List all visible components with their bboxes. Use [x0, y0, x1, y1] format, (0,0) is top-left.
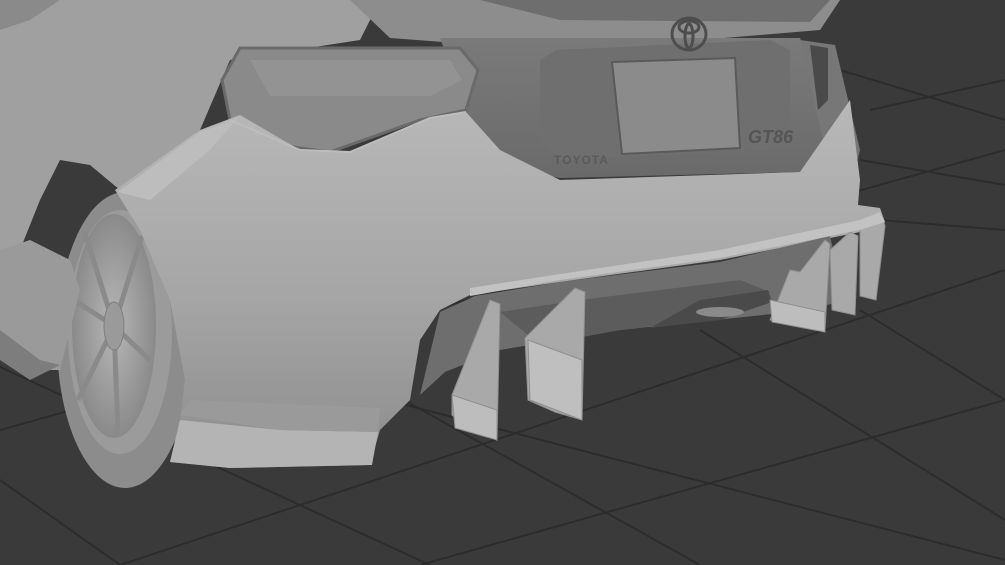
render-scene: TOYOTA GT86	[0, 0, 1005, 565]
license-plate-recess	[610, 56, 742, 156]
brand-badge: TOYOTA	[554, 153, 609, 167]
model-badge: GT86	[748, 127, 794, 147]
render-viewport: TOYOTA GT86	[0, 0, 1005, 565]
